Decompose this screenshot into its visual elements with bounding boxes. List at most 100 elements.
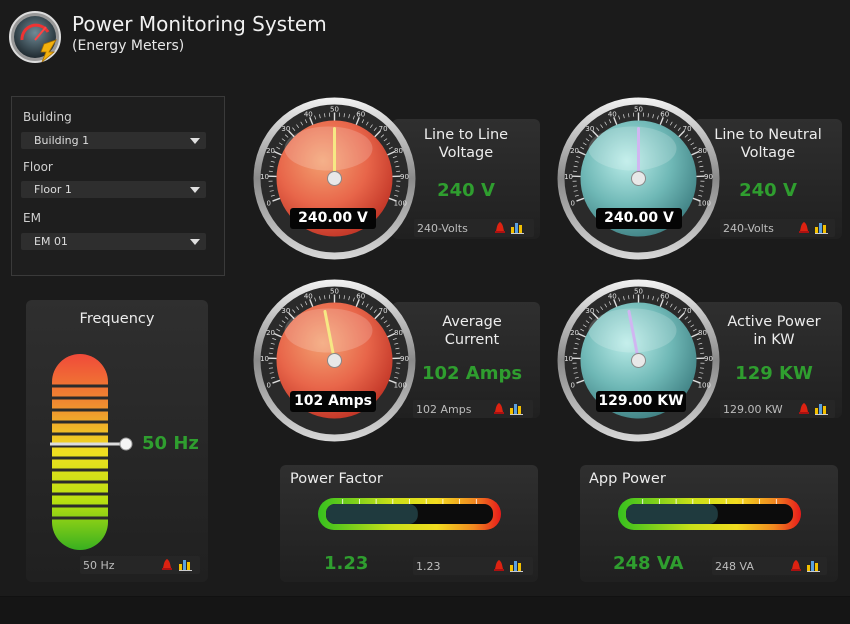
meter-selector-panel: Building Building 1 Floor Floor 1 EM EM …	[11, 96, 225, 276]
bar-chart-icon[interactable]	[807, 559, 820, 572]
app-power-title: App Power	[589, 471, 666, 487]
avg-current-gauge: 0102030405060708090100	[252, 278, 417, 447]
gauge-tick-label: 60	[356, 111, 365, 119]
app-power-box-text: 248 VA	[715, 560, 754, 573]
gauge-tick-label: 10	[564, 355, 573, 363]
gauge-tick-label: 70	[683, 307, 692, 315]
alarm-bell-icon[interactable]	[493, 402, 505, 415]
building-dropdown[interactable]: Building 1	[21, 132, 206, 149]
bar-chart-icon[interactable]	[511, 221, 524, 234]
avg-current-box-text: 102 Amps	[416, 403, 471, 416]
frequency-status-box: 50 Hz	[80, 556, 200, 574]
frequency-box-text: 50 Hz	[83, 559, 115, 572]
app-power-big-value: 248 VA	[613, 553, 683, 574]
gauge-tick-label: 90	[704, 173, 713, 181]
gauge-tick-label: 90	[704, 355, 713, 363]
gauge-tick-label: 30	[585, 125, 594, 133]
gauge-tick-label: 70	[683, 125, 692, 133]
ll-voltage-gauge: 0102030405060708090100	[252, 96, 417, 265]
gauge-tick-label: 10	[260, 173, 269, 181]
linear-gauge-fill	[326, 504, 418, 524]
gauge-tick-label: 50	[634, 106, 643, 114]
gauge-tick-label: 100	[394, 381, 407, 389]
gauge-tick-label: 0	[266, 381, 270, 389]
gauge-glass	[285, 309, 373, 353]
avg-current-readout: 102 Amps	[290, 391, 376, 412]
gauge-glass	[589, 127, 677, 171]
gauge-hub	[632, 172, 646, 186]
gauge-tick-label: 50	[330, 288, 339, 296]
gauge-tick-label: 20	[266, 329, 275, 337]
power-factor-status-box: 1.23	[413, 557, 533, 575]
chevron-down-icon	[190, 239, 200, 245]
frequency-card: Frequency 50 Hz 50 Hz	[26, 300, 208, 582]
gauge-tick-label: 0	[570, 381, 574, 389]
avg-current-status-box: 102 Amps	[413, 400, 533, 418]
active-power-gauge: 0 10 20 30 40 50 60 70 80 90 100	[556, 278, 721, 447]
gauge-glass	[589, 309, 677, 353]
gauge-tick-label: 20	[570, 147, 579, 155]
bar-chart-icon[interactable]	[815, 402, 828, 415]
gauge-tick-label: 10	[564, 173, 573, 181]
alarm-bell-icon[interactable]	[798, 402, 810, 415]
gauge-tick-label: 60	[660, 111, 669, 119]
gauge-tick-label: 0	[570, 199, 574, 207]
alarm-bell-icon[interactable]	[161, 558, 173, 571]
gauge-tick-label: 0	[266, 199, 270, 207]
gauge-tick-label: 30	[281, 307, 290, 315]
bar-chart-icon[interactable]	[179, 558, 192, 571]
gauge-tick-label: 50	[634, 288, 643, 296]
gauge-tick-label: 50	[330, 106, 339, 114]
floor-dropdown[interactable]: Floor 1	[21, 181, 206, 198]
app-power-linear-gauge	[617, 497, 802, 535]
gauge-tick-label: 90	[400, 173, 409, 181]
gauge-tick-label: 30	[585, 307, 594, 315]
gauge-tick-label: 100	[394, 199, 407, 207]
gauge-tick-label: 80	[394, 147, 403, 155]
gauge-hub	[328, 172, 342, 186]
alarm-bell-icon[interactable]	[493, 559, 505, 572]
power-factor-linear-gauge	[317, 497, 502, 535]
gauge-tick-label: 60	[356, 293, 365, 301]
building-value: Building 1	[34, 134, 89, 147]
building-label: Building	[23, 110, 72, 124]
gauge-tick-label: 60	[660, 293, 669, 301]
active-power-status-box: 129.00 KW	[720, 400, 835, 418]
gauge-tick-label: 40	[304, 111, 313, 119]
frequency-pointer	[48, 434, 138, 454]
gauge-tick-label: 100	[698, 199, 711, 207]
chevron-down-icon	[190, 138, 200, 144]
alarm-bell-icon[interactable]	[798, 221, 810, 234]
gauge-tick-label: 70	[379, 125, 388, 133]
em-label: EM	[23, 211, 41, 225]
bar-chart-icon[interactable]	[510, 559, 523, 572]
gauge-tick-label: 40	[608, 293, 617, 301]
floor-value: Floor 1	[34, 183, 72, 196]
ln-voltage-status-box: 240-Volts	[720, 219, 835, 237]
gauge-tick-label: 20	[266, 147, 275, 155]
frequency-title: Frequency	[26, 311, 208, 327]
gauge-tick-label: 20	[570, 329, 579, 337]
speedometer-logo-icon	[8, 10, 62, 64]
gauge-tick-label: 100	[698, 381, 711, 389]
app-title: Power Monitoring System	[72, 12, 327, 36]
ll-voltage-box-text: 240-Volts	[417, 222, 468, 235]
alarm-bell-icon[interactable]	[790, 559, 802, 572]
frequency-value: 50 Hz	[142, 433, 199, 454]
bar-chart-icon[interactable]	[815, 221, 828, 234]
app-power-status-box: 248 VA	[712, 557, 827, 575]
em-dropdown[interactable]: EM 01	[21, 233, 206, 250]
gauge-tick-label: 80	[698, 147, 707, 155]
gauge-tick-label: 40	[608, 111, 617, 119]
gauge-hub	[328, 354, 342, 368]
linear-gauge-fill	[626, 504, 718, 524]
gauge-tick-label: 80	[698, 329, 707, 337]
gauge-tick-label: 10	[260, 355, 269, 363]
bar-chart-icon[interactable]	[510, 402, 523, 415]
gauge-hub	[632, 354, 646, 368]
alarm-bell-icon[interactable]	[494, 221, 506, 234]
em-value: EM 01	[34, 235, 68, 248]
power-factor-card: Power Factor 1.23 1.23	[280, 465, 538, 582]
chevron-down-icon	[190, 187, 200, 193]
ln-voltage-gauge: 0 10 20 30 40 50 60 70 80 90 100	[556, 96, 721, 265]
